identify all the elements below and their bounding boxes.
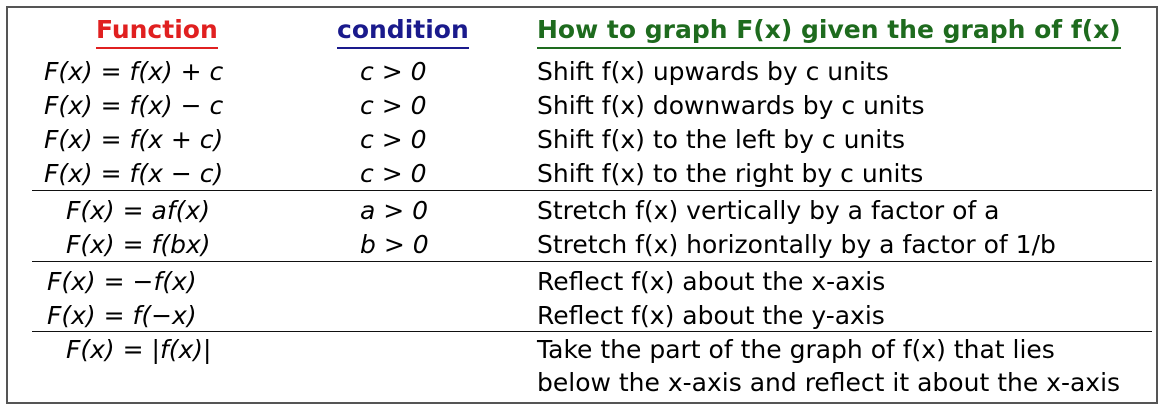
header-how-to-graph: How to graph F(x) given the graph of f(x…	[537, 13, 1121, 49]
group-divider	[32, 190, 1152, 191]
function-cell: F(x) = f(x) + c	[44, 57, 224, 86]
condition-cell: c > 0	[360, 57, 427, 86]
condition-cell: b > 0	[360, 230, 429, 259]
function-cell: F(x) = |f(x)|	[66, 335, 212, 364]
group-divider	[32, 331, 1152, 332]
description-cell: below the x-axis and reflect it about th…	[537, 368, 1121, 397]
function-cell: F(x) = f(x − c)	[44, 159, 224, 188]
header-condition: condition	[337, 13, 469, 49]
function-cell: F(x) = f(x) − c	[44, 91, 224, 120]
description-cell: Shift f(x) upwards by c units	[537, 57, 889, 86]
function-cell: F(x) = f(−x)	[47, 301, 197, 330]
group-divider	[32, 261, 1152, 262]
description-cell: Stretch f(x) vertically by a factor of a	[537, 196, 1000, 225]
description-cell: Reflect f(x) about the x-axis	[537, 267, 886, 296]
description-cell: Shift f(x) to the right by c units	[537, 159, 924, 188]
condition-cell: c > 0	[360, 159, 427, 188]
header-function: Function	[96, 13, 218, 49]
function-cell: F(x) = f(bx)	[66, 230, 211, 259]
description-cell: Shift f(x) downwards by c units	[537, 91, 925, 120]
condition-cell: a > 0	[360, 196, 429, 225]
function-cell: F(x) = af(x)	[66, 196, 210, 225]
function-cell: F(x) = −f(x)	[47, 267, 197, 296]
description-cell: Reflect f(x) about the y-axis	[537, 301, 885, 330]
condition-cell: c > 0	[360, 125, 427, 154]
description-cell: Stretch f(x) horizontally by a factor of…	[537, 230, 1056, 259]
function-cell: F(x) = f(x + c)	[44, 125, 224, 154]
condition-cell: c > 0	[360, 91, 427, 120]
description-cell: Shift f(x) to the left by c units	[537, 125, 906, 154]
description-cell: Take the part of the graph of f(x) that …	[537, 335, 1055, 364]
